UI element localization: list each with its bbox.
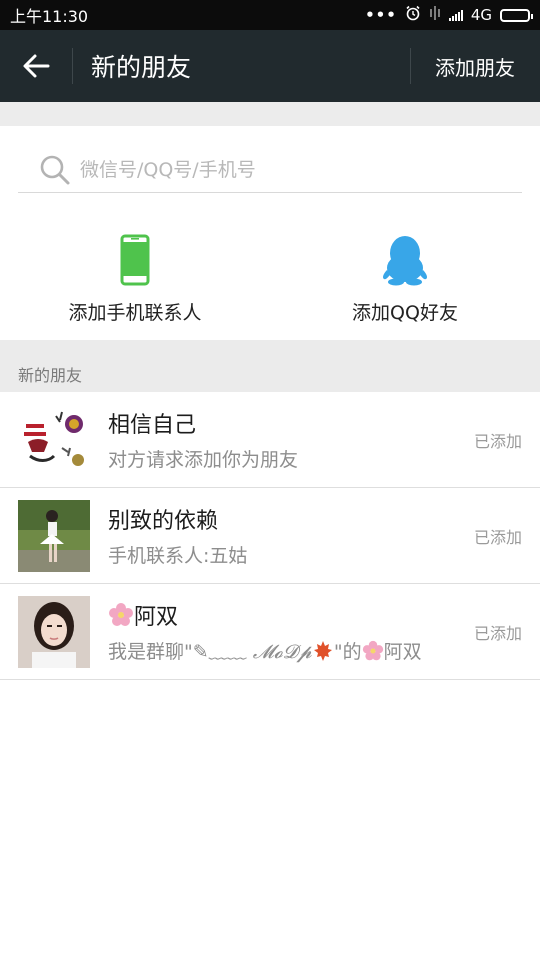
page-title: 新的朋友 (91, 53, 192, 82)
friend-name: 别致的依赖 (108, 509, 219, 534)
avatar (18, 499, 90, 572)
friend-message: 我是群聊" ✎﹏﹏ 𝓜𝓸𝓓𝓹 "的 阿双 (108, 637, 474, 664)
section-header: 新的朋友 (0, 340, 540, 392)
friend-row[interactable]: 别致的依赖 手机联系人:五姑 已添加 (0, 488, 540, 584)
signal-icon (448, 9, 463, 21)
friend-row[interactable]: 相信自己 对方请求添加你为朋友 已添加 (0, 392, 540, 488)
add-qq-friends-label: 添加QQ好友 (352, 302, 458, 324)
friend-list: 相信自己 对方请求添加你为朋友 已添加 别致的依赖 手机联系人:五姑 已添加 阿… (0, 392, 540, 680)
title-bar: 新的朋友 添加朋友 (0, 30, 540, 102)
flower-emoji-icon (109, 603, 133, 626)
message-prefix: 我是群聊" (108, 641, 193, 663)
friend-status: 已添加 (473, 431, 522, 451)
search-box[interactable] (18, 148, 522, 193)
friend-message: 手机联系人:五姑 (108, 545, 248, 567)
friend-status: 已添加 (473, 527, 522, 547)
search-input[interactable] (78, 158, 522, 182)
back-button[interactable] (0, 30, 72, 102)
friend-name: 相信自己 (108, 413, 197, 438)
top-spacer (0, 102, 540, 126)
search-icon (40, 155, 70, 185)
qq-penguin-icon (383, 236, 427, 286)
battery-icon (500, 8, 533, 22)
friend-row[interactable]: 阿双 我是群聊" ✎﹏﹏ 𝓜𝓸𝓓𝓹 "的 阿双 已添加 (0, 584, 540, 680)
phone-icon (120, 234, 150, 286)
vibrate-icon (429, 5, 441, 25)
add-qq-friends-button[interactable]: 添加QQ好友 (270, 214, 540, 340)
friend-message: 对方请求添加你为朋友 (108, 449, 299, 471)
friend-name-text: 阿双 (134, 605, 179, 630)
status-time: 上午11:30 (10, 7, 89, 26)
add-phone-contacts-button[interactable]: 添加手机联系人 (0, 214, 270, 340)
title-divider (72, 48, 73, 84)
avatar (18, 595, 90, 668)
more-notifications-icon: ••• (365, 6, 397, 24)
network-type: 4G (470, 6, 492, 24)
friend-name: 阿双 (108, 599, 474, 631)
message-mid: "的 (333, 641, 362, 663)
add-friend-button[interactable]: 添加朋友 (411, 30, 540, 102)
maple-leaf-icon (313, 640, 332, 661)
message-suffix: 阿双 (383, 641, 422, 663)
back-arrow-icon (23, 54, 50, 78)
friend-status: 已添加 (473, 623, 522, 643)
alarm-icon (405, 5, 421, 25)
message-group-name: ✎﹏﹏ 𝓜𝓸𝓓𝓹 (192, 641, 312, 663)
add-phone-contacts-label: 添加手机联系人 (68, 302, 202, 324)
flower-emoji-icon (362, 640, 383, 660)
status-bar: 上午11:30 ••• 4G (0, 0, 540, 30)
avatar (18, 403, 90, 476)
search-area (0, 126, 540, 214)
quick-add-row: 添加手机联系人 添加QQ好友 (0, 214, 540, 340)
